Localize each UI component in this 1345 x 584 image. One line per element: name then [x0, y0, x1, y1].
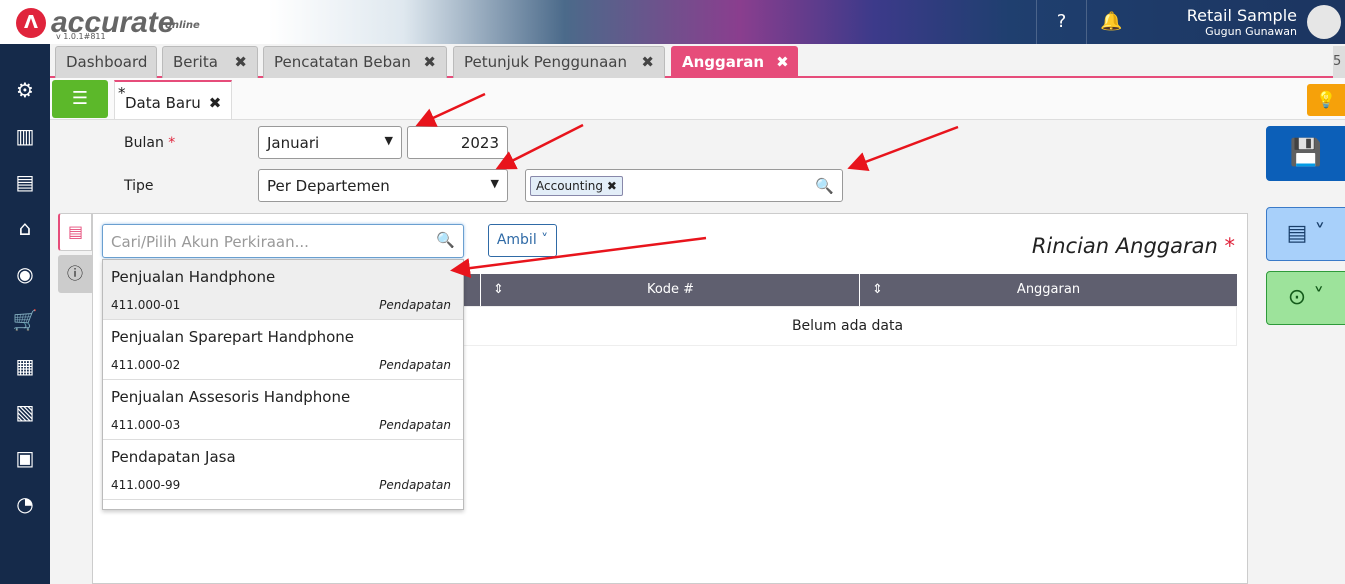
annotation-arrows	[415, 92, 959, 279]
